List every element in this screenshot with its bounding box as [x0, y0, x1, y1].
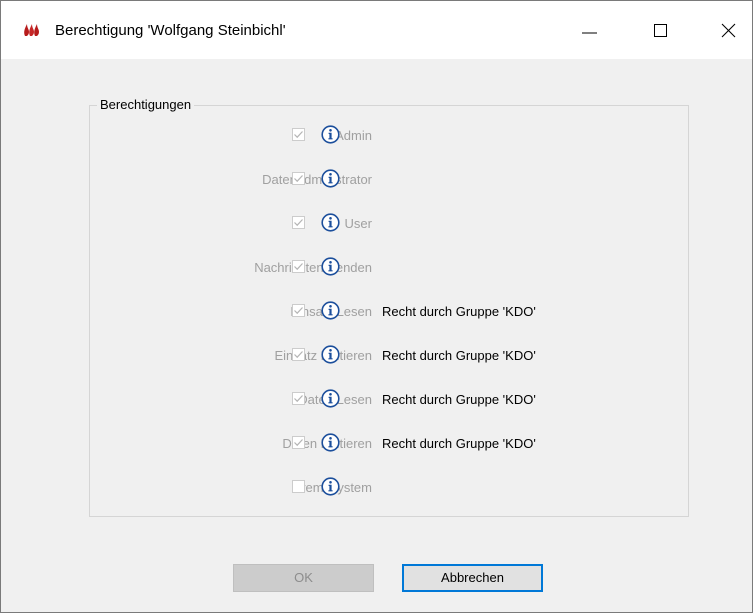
checkmark-icon [294, 175, 303, 183]
permission-row: Daten EditierenRecht durch Gruppe 'KDO' [89, 433, 689, 455]
checkmark-icon [294, 219, 303, 227]
permission-row: Einsatz Lesen Recht durch Gruppe 'KDO' [89, 301, 689, 323]
permission-label: Nachrichten Senden [254, 260, 372, 275]
close-icon [721, 23, 736, 38]
checkmark-icon [294, 395, 303, 403]
ok-button[interactable]: OK [233, 564, 374, 592]
permission-checkbox[interactable] [292, 436, 305, 449]
permission-source-note: Recht durch Gruppe 'KDO' [382, 436, 536, 451]
checkmark-icon [294, 131, 303, 139]
permission-label: Admin [335, 128, 372, 143]
info-icon[interactable] [321, 125, 340, 144]
permissions-group-label: Berechtigungen [97, 97, 195, 112]
permission-row: Einsatz EditierenRecht durch Gruppe 'KDO… [89, 345, 689, 367]
minimize-button[interactable] [567, 1, 613, 59]
cancel-button[interactable]: Abbrechen [402, 564, 543, 592]
info-icon[interactable] [321, 389, 340, 408]
dialog-window: Berechtigung 'Wolfgang Steinbichl' Berec… [0, 0, 753, 613]
permission-checkbox[interactable] [292, 348, 305, 361]
info-icon[interactable] [321, 213, 340, 232]
permission-checkbox[interactable] [292, 304, 305, 317]
permission-source-note: Recht durch Gruppe 'KDO' [382, 392, 536, 407]
window-title: Berechtigung 'Wolfgang Steinbichl' [55, 22, 286, 39]
info-icon[interactable] [321, 477, 340, 496]
permission-source-note: Recht durch Gruppe 'KDO' [382, 304, 536, 319]
info-icon[interactable] [321, 169, 340, 188]
checkmark-icon [294, 351, 303, 359]
permission-checkbox[interactable] [292, 216, 305, 229]
maximize-icon [654, 24, 667, 37]
close-button[interactable] [706, 1, 752, 59]
permission-row: Daten Lesen Recht durch Gruppe 'KDO' [89, 389, 689, 411]
checkmark-icon [294, 263, 303, 271]
flame-app-icon [24, 24, 39, 36]
permission-row: Fremdsystem [89, 477, 689, 499]
permission-label: User [344, 216, 372, 231]
permission-checkbox[interactable] [292, 260, 305, 273]
info-icon[interactable] [321, 345, 340, 364]
title-bar[interactable]: Berechtigung 'Wolfgang Steinbichl' [1, 1, 752, 59]
permission-row: Datenadministrator [89, 169, 689, 191]
checkmark-icon [294, 439, 303, 447]
permission-checkbox[interactable] [292, 128, 305, 141]
permission-row: User [89, 213, 689, 235]
minimize-icon [582, 32, 597, 34]
permission-checkbox[interactable] [292, 392, 305, 405]
permission-source-note: Recht durch Gruppe 'KDO' [382, 348, 536, 363]
permission-row: Admin [89, 125, 689, 147]
maximize-button[interactable] [638, 1, 684, 59]
permission-checkbox[interactable] [292, 172, 305, 185]
checkmark-icon [294, 307, 303, 315]
info-icon[interactable] [321, 433, 340, 452]
permission-label: Datenadministrator [262, 172, 372, 187]
info-icon[interactable] [321, 301, 340, 320]
info-icon[interactable] [321, 257, 340, 276]
permission-checkbox[interactable] [292, 480, 305, 493]
permission-row: Nachrichten Senden [89, 257, 689, 279]
